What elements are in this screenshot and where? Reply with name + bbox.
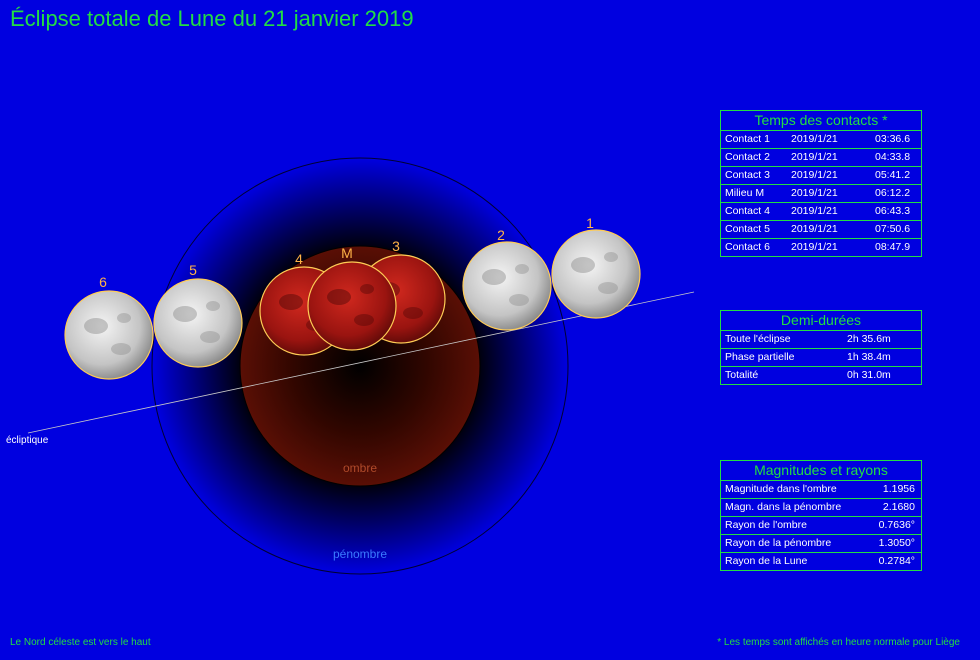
table-row: Milieu M 2019/1/21 06:12.2	[721, 185, 921, 203]
duration-name: Phase partielle	[725, 351, 795, 363]
contact-time: 06:12.2	[875, 187, 911, 199]
moon-2	[462, 241, 552, 331]
moon-label-2: 2	[497, 227, 505, 243]
duration-name: Toute l'éclipse	[725, 333, 791, 345]
magnitudes-title: Magnitudes et rayons	[721, 461, 921, 481]
table-row: Contact 5 2019/1/21 07:50.6	[721, 221, 921, 239]
contact-time: 07:50.6	[875, 223, 911, 235]
table-row: Magn. dans la pénombre 2.1680	[721, 499, 921, 517]
contact-name: Contact 3	[725, 169, 770, 181]
contact-date: 2019/1/21	[791, 241, 838, 253]
moon-5	[153, 278, 243, 368]
durations-panel: Demi-durées Toute l'éclipse 2h 35.6m Pha…	[720, 310, 922, 385]
contacts-title: Temps des contacts *	[721, 111, 921, 131]
contact-date: 2019/1/21	[791, 133, 838, 145]
contact-date: 2019/1/21	[791, 205, 838, 217]
contact-name: Contact 2	[725, 151, 770, 163]
contact-time: 06:43.3	[875, 205, 911, 217]
duration-value: 2h 35.6m	[847, 333, 891, 345]
moon-m	[307, 261, 397, 351]
table-row: Rayon de l'ombre 0.7636°	[721, 517, 921, 535]
footer-north-note: Le Nord céleste est vers le haut	[10, 637, 151, 648]
contact-name: Milieu M	[725, 187, 765, 199]
contact-date: 2019/1/21	[791, 151, 838, 163]
contact-name: Contact 4	[725, 205, 770, 217]
duration-name: Totalité	[725, 369, 759, 381]
footer-time-note: * Les temps sont affichés en heure norma…	[717, 637, 960, 648]
magnitude-value: 1.3050°	[878, 537, 915, 549]
table-row: Toute l'éclipse 2h 35.6m	[721, 331, 921, 349]
magnitude-name: Rayon de l'ombre	[725, 519, 807, 531]
table-row: Contact 1 2019/1/21 03:36.6	[721, 131, 921, 149]
moon-label-4: 4	[295, 251, 303, 267]
table-row: Magnitude dans l'ombre 1.1956	[721, 481, 921, 499]
moon-label-1: 1	[586, 215, 594, 231]
magnitude-value: 0.7636°	[878, 519, 915, 531]
table-row: Rayon de la pénombre 1.3050°	[721, 535, 921, 553]
magnitude-value: 2.1680	[882, 501, 915, 513]
contact-time: 04:33.8	[875, 151, 911, 163]
duration-value: 1h 38.4m	[847, 351, 891, 363]
contact-date: 2019/1/21	[791, 169, 838, 181]
ecliptic-label: écliptique	[6, 435, 49, 446]
moon-6	[64, 290, 154, 380]
moon-label-3: 3	[392, 238, 400, 254]
table-row: Phase partielle 1h 38.4m	[721, 349, 921, 367]
contact-time: 08:47.9	[875, 241, 911, 253]
table-row: Contact 2 2019/1/21 04:33.8	[721, 149, 921, 167]
contact-name: Contact 5	[725, 223, 770, 235]
magnitude-value: 0.2784°	[878, 555, 915, 567]
moon-label-6: 6	[99, 274, 107, 290]
table-row: Totalité 0h 31.0m	[721, 367, 921, 384]
umbra-label: ombre	[343, 461, 377, 475]
contact-time: 05:41.2	[875, 169, 911, 181]
magnitude-name: Rayon de la pénombre	[725, 537, 832, 549]
table-row: Contact 3 2019/1/21 05:41.2	[721, 167, 921, 185]
moon-1	[551, 229, 641, 319]
duration-value: 0h 31.0m	[847, 369, 891, 381]
contact-name: Contact 1	[725, 133, 770, 145]
magnitude-name: Rayon de la Lune	[725, 555, 808, 567]
magnitudes-panel: Magnitudes et rayons Magnitude dans l'om…	[720, 460, 922, 571]
moon-label-m: M	[341, 245, 353, 261]
magnitude-value: 1.1956	[882, 483, 915, 495]
contact-name: Contact 6	[725, 241, 770, 253]
contact-time: 03:36.6	[875, 133, 911, 145]
table-row: Rayon de la Lune 0.2784°	[721, 553, 921, 570]
durations-title: Demi-durées	[721, 311, 921, 331]
contacts-panel: Temps des contacts * Contact 1 2019/1/21…	[720, 110, 922, 257]
magnitude-name: Magn. dans la pénombre	[725, 501, 842, 513]
magnitude-name: Magnitude dans l'ombre	[725, 483, 837, 495]
contact-date: 2019/1/21	[791, 187, 838, 199]
penumbra-label: pénombre	[333, 547, 387, 561]
table-row: Contact 4 2019/1/21 06:43.3	[721, 203, 921, 221]
moon-label-5: 5	[189, 262, 197, 278]
table-row: Contact 6 2019/1/21 08:47.9	[721, 239, 921, 256]
contact-date: 2019/1/21	[791, 223, 838, 235]
